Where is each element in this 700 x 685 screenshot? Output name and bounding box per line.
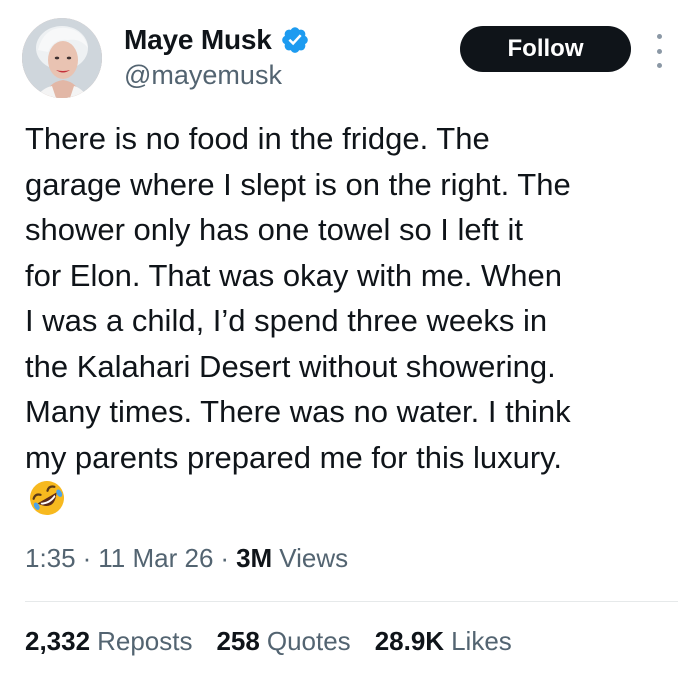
rolling-on-floor-laughing-emoji-icon [27, 478, 67, 518]
quotes-stat[interactable]: 258 Quotes [216, 626, 350, 657]
engagement-stats: 2,332 Reposts 258 Quotes 28.9K Likes [25, 626, 536, 657]
profile-photo-icon [22, 18, 102, 98]
separator-dot: · [220, 543, 230, 573]
separator-dot: · [82, 543, 92, 573]
quotes-count: 258 [216, 626, 260, 656]
user-handle[interactable]: @mayemusk [124, 60, 310, 91]
reposts-count: 2,332 [25, 626, 91, 656]
reposts-stat[interactable]: 2,332 Reposts [25, 626, 192, 657]
likes-count: 28.9K [374, 626, 445, 656]
tweet-card: Maye Musk @mayemusk Follow There is no f… [0, 0, 700, 685]
author-info: Maye Musk @mayemusk [124, 22, 310, 91]
name-row: Maye Musk [124, 22, 310, 58]
tweet-meta: 1:35 · 11 Mar 26 · 3M Views [25, 543, 348, 574]
views-count[interactable]: 3M [236, 543, 272, 574]
more-options-icon[interactable] [651, 34, 667, 68]
display-name[interactable]: Maye Musk [124, 24, 272, 56]
likes-label: Likes [451, 626, 512, 656]
views-label[interactable]: Views [279, 543, 348, 574]
quotes-label: Quotes [266, 626, 351, 656]
tweet-time[interactable]: 1:35 [25, 543, 76, 574]
follow-button[interactable]: Follow [460, 26, 631, 72]
reposts-label: Reposts [97, 626, 193, 656]
verified-badge-icon[interactable] [280, 25, 310, 55]
tweet-text: There is no food in the fridge. The gara… [25, 121, 571, 475]
divider [25, 601, 678, 602]
avatar[interactable] [22, 18, 102, 98]
tweet-date[interactable]: 11 Mar 26 [98, 543, 213, 574]
likes-stat[interactable]: 28.9K Likes [375, 626, 512, 657]
